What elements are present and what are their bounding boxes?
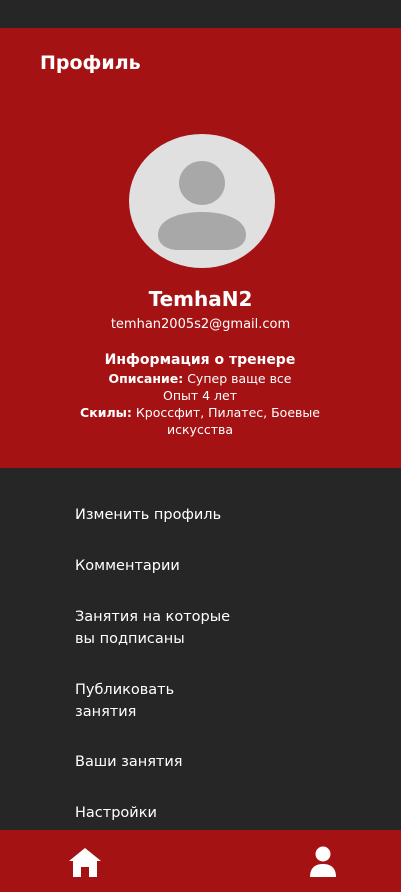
trainer-experience: Опыт 4 лет xyxy=(162,388,238,403)
user-avatar-icon xyxy=(129,134,275,268)
home-button[interactable] xyxy=(67,844,103,880)
user-icon xyxy=(310,846,336,877)
username: TemhaN2 xyxy=(148,287,253,311)
profile-header: Профиль TemhaN2 temhan2005s2@gmail.com И… xyxy=(0,28,401,468)
avatar xyxy=(129,134,275,268)
comments-link[interactable]: Комментарии xyxy=(75,555,245,577)
home-icon xyxy=(69,848,101,877)
description-label: Описание: xyxy=(108,371,184,386)
skills-value: Кроссфит, Пилатес, Боевые искусства xyxy=(131,405,320,437)
trainer-description: Описание: Супер ваще все xyxy=(60,370,340,387)
trainer-info-title: Информация о тренере xyxy=(104,352,296,368)
bottom-nav xyxy=(0,830,401,892)
profile-button[interactable] xyxy=(305,844,341,880)
subscribed-classes-link[interactable]: Занятия на которые вы подписаны xyxy=(75,606,235,650)
status-bar xyxy=(0,0,401,28)
trainer-info: Информация о тренере Описание: Супер ващ… xyxy=(60,351,340,438)
skills-label: Скилы: xyxy=(80,405,132,420)
description-value: Супер ваще все xyxy=(183,371,292,386)
settings-link[interactable]: Настройки xyxy=(75,802,245,824)
trainer-skills: Скилы: Кроссфит, Пилатес, Боевые искусст… xyxy=(60,404,340,438)
email: temhan2005s2@gmail.com xyxy=(110,317,291,332)
edit-profile-link[interactable]: Изменить профиль xyxy=(75,504,245,526)
publish-classes-link[interactable]: Публиковать занятия xyxy=(75,679,195,723)
page-title: Профиль xyxy=(40,52,141,74)
your-classes-link[interactable]: Ваши занятия xyxy=(75,751,245,773)
